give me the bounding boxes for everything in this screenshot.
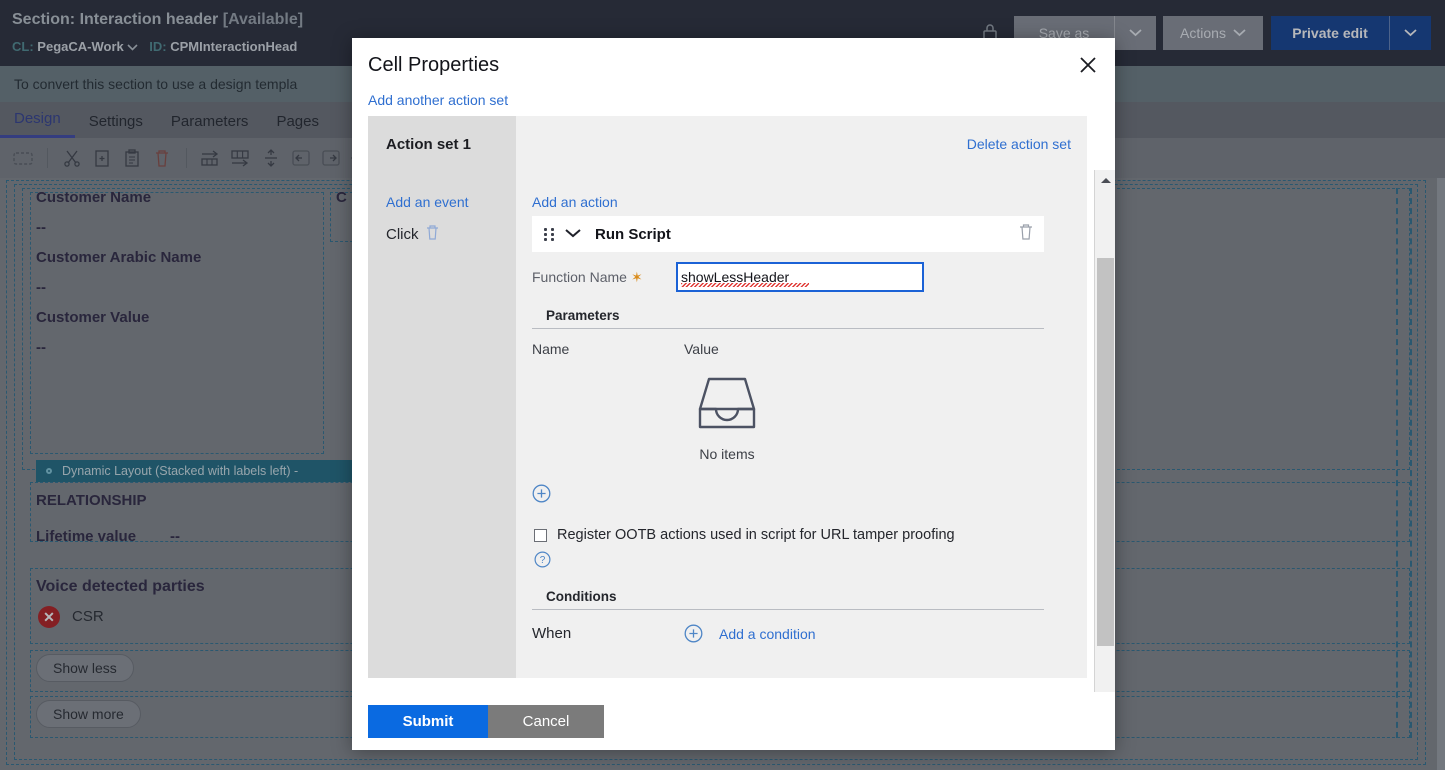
column-header-name: Name [532,341,570,357]
parameters-heading: Parameters [546,308,620,323]
column-header-value: Value [684,341,719,357]
delete-action-set-link[interactable]: Delete action set [967,136,1071,152]
action-set-header-actions: Delete action set [516,116,1087,172]
register-ootb-checkbox[interactable] [534,529,547,542]
events-column: Add an event Click [368,172,516,678]
dialog-title: Cell Properties [368,54,500,76]
add-a-condition-link[interactable]: Add a condition [719,626,816,642]
parameters-empty-state: No items [532,375,922,462]
screen: Section: Interaction header [Available] … [0,0,1445,770]
add-another-action-set-link[interactable]: Add another action set [368,92,1115,108]
action-set-header: Action set 1 Delete action set [368,116,1087,172]
conditions-divider [532,609,1044,610]
scroll-up-icon[interactable] [1095,170,1115,190]
close-icon[interactable] [1073,50,1103,80]
register-ootb-row: Register OOTB actions used in script for… [532,526,1087,545]
parameters-column-headers: Name Value [532,341,1087,357]
action-name: Run Script [595,225,671,243]
empty-tray-icon [696,375,758,436]
register-ootb-label: Register OOTB actions used in script for… [557,527,955,543]
dialog-footer: Submit Cancel [352,692,1115,750]
submit-button[interactable]: Submit [368,704,488,738]
drag-handle-icon[interactable] [544,227,555,241]
chevron-down-icon[interactable] [565,225,581,243]
function-name-input-wrap [676,262,924,292]
function-name-input[interactable] [676,262,924,292]
conditions-heading: Conditions [546,589,617,604]
action-set-container: Action set 1 Delete action set Add an ev… [368,116,1087,692]
event-row: Click [386,224,516,245]
add-parameter-icon[interactable] [532,484,551,508]
add-an-event-link[interactable]: Add an event [386,194,516,210]
actions-column: Add an action Run Script Function Name ✶… [516,172,1087,678]
add-parameter-row [532,484,1087,508]
delete-action-icon[interactable] [1018,223,1034,245]
action-set-body: Add an event Click Add an action Run Scr… [368,172,1087,678]
when-label: When [532,625,572,642]
dialog-header: Cell Properties [352,38,1115,92]
scrollbar-thumb[interactable] [1097,258,1114,646]
function-name-label-text: Function Name [532,268,627,285]
function-name-row: Function Name ✶ [532,262,1087,292]
action-card[interactable]: Run Script [532,216,1044,252]
dialog-scrollbar[interactable] [1094,170,1115,692]
required-star-icon: ✶ [630,268,643,285]
add-condition-icon[interactable] [684,624,703,643]
parameters-divider [532,328,1044,329]
function-name-label: Function Name ✶ [532,269,676,286]
cell-properties-dialog: Cell Properties Add another action set A… [352,38,1115,750]
action-set-name: Action set 1 [368,116,516,172]
event-name: Click [386,226,419,243]
cancel-button[interactable]: Cancel [488,704,604,738]
delete-event-icon[interactable] [425,224,440,245]
dialog-body: Action set 1 Delete action set Add an ev… [368,116,1115,692]
add-an-action-link[interactable]: Add an action [532,194,1087,210]
when-condition-row: When Add a condition [532,624,1087,643]
help-icon[interactable]: ? [534,551,551,573]
empty-state-text: No items [699,446,755,462]
svg-text:?: ? [540,555,546,566]
